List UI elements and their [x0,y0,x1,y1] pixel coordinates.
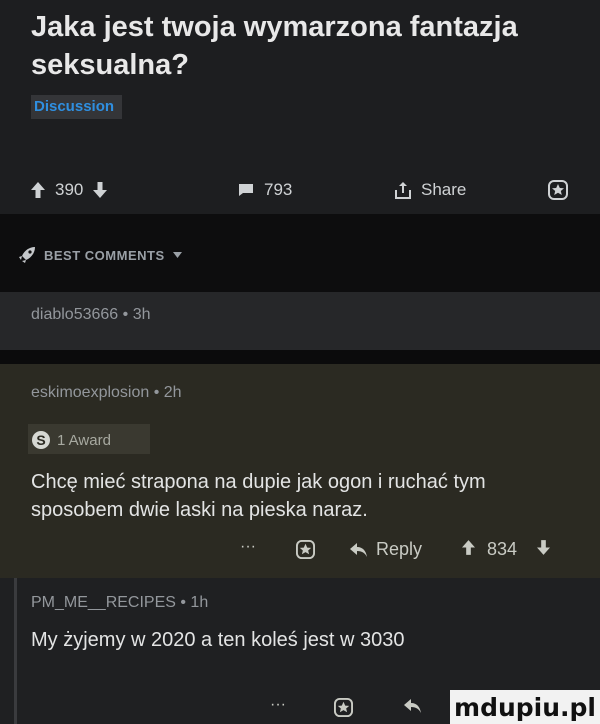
comment-meta: PM_ME__RECIPES • 1h [31,594,209,611]
watermark: mdupiu.pl [450,690,600,724]
share-button[interactable]: Share [395,170,466,210]
reply-icon [350,542,368,557]
sort-label: BEST COMMENTS [44,247,165,263]
silver-award-icon: S [31,430,51,450]
comment-actions: ··· Reply 834 [240,532,580,568]
rocket-icon [18,246,36,264]
award-icon[interactable] [334,698,353,717]
sort-dropdown[interactable]: BEST COMMENTS [18,246,182,264]
post-flair[interactable]: Discussion [31,95,123,119]
comment-score: 834 [487,539,518,559]
post-actions: 390 793 Share [0,170,600,210]
divider [0,350,600,364]
comment-icon [238,183,254,197]
reply-button[interactable]: Reply [350,539,422,560]
downvote-icon[interactable] [537,540,550,555]
svg-text:S: S [36,432,45,448]
reply-label: Reply [376,539,423,559]
award-icon [548,180,568,200]
thread-line[interactable] [14,578,17,724]
post-title: Jaka jest twoja wymarzona fantazja seksu… [31,11,518,81]
upvote-icon[interactable] [31,182,45,198]
vote-controls: 390 [31,170,108,210]
award-icon[interactable] [296,540,315,559]
comment-count: 793 [264,180,293,199]
comment-meta: eskimoexplosion • 2h [31,384,182,401]
chevron-down-icon [172,252,182,258]
upvote-count: 390 [55,180,84,199]
reply-icon[interactable] [404,699,422,713]
award-row: S 1 Award [31,430,111,450]
more-options-button[interactable]: ··· [270,696,286,714]
comment-body: My żyjemy w 2020 a ten koleś jest w 3030 [31,629,405,651]
share-label: Share [421,180,467,199]
downvote-icon[interactable] [93,182,108,198]
upvote-icon[interactable] [462,540,475,555]
comment-collapsed[interactable]: diablo53666 • 3h [0,292,600,350]
more-options-button[interactable]: ··· [240,538,256,556]
post-header: Jaka jest twoja wymarzona fantazja seksu… [0,0,600,212]
share-icon [395,181,411,199]
award-button[interactable] [548,170,568,210]
comments-button[interactable]: 793 [238,170,292,210]
award-label: 1 Award [57,431,111,449]
comment-body: Chcę mieć strapona na dupie jak ogon i r… [31,471,486,521]
comment-meta: diablo53666 • 3h [31,306,151,323]
